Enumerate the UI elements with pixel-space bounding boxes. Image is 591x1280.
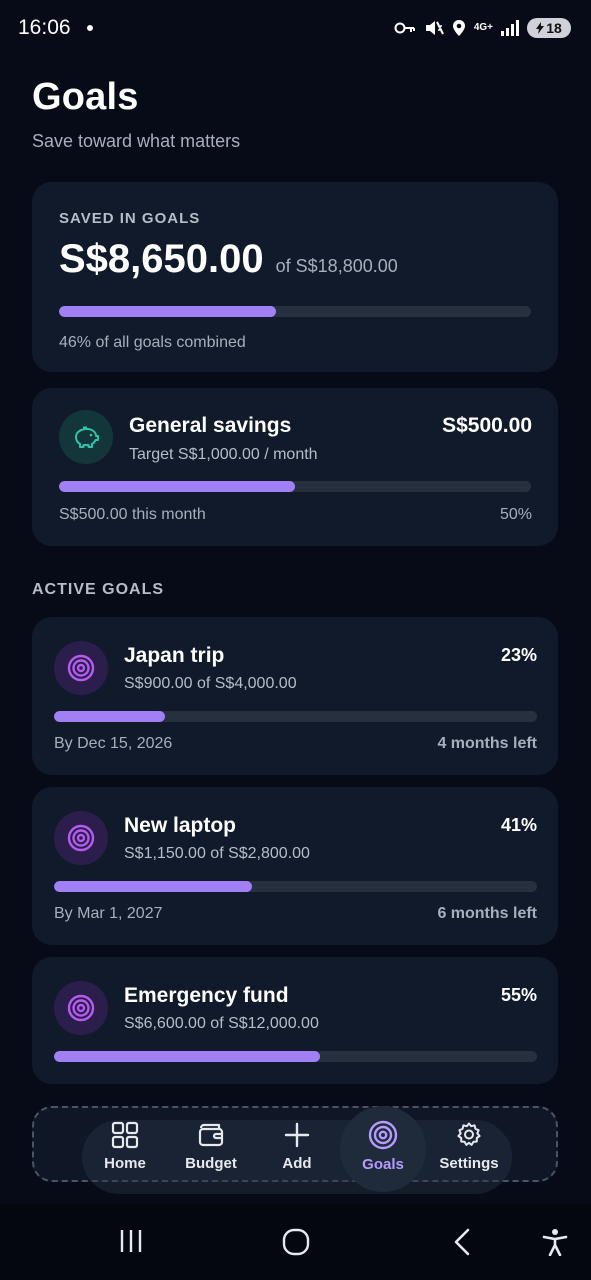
goal-percent: 41% [500, 815, 537, 835]
bottom-nav: Home Budget Add Goals Settings [32, 1106, 558, 1194]
goal-progress-bar [54, 711, 537, 722]
page-subtitle: Save toward what matters [32, 131, 241, 151]
general-savings-progress-bar [59, 481, 531, 492]
target-icon [54, 981, 108, 1035]
nav-home[interactable]: Home [82, 1108, 168, 1184]
summary-progress-bar [59, 306, 531, 317]
goal-card-emergency-fund[interactable]: Emergency fund S$6,600.00 of S$12,000.00… [32, 957, 558, 1084]
nav-add[interactable]: Add [254, 1108, 340, 1184]
goal-percent: 55% [500, 985, 537, 1005]
goal-progress-fill [54, 881, 253, 892]
wallet-icon [198, 1123, 224, 1146]
goal-target-date: By Dec 15, 2026 [54, 735, 173, 752]
goal-progress-text: S$1,150.00 of S$2,800.00 [124, 845, 310, 862]
goal-progress-text: S$6,600.00 of S$12,000.00 [124, 1015, 319, 1032]
home-circle-icon[interactable] [282, 1228, 310, 1256]
general-savings-target: Target S$1,000.00 / month [129, 446, 318, 463]
nav-budget[interactable]: Budget [168, 1108, 254, 1184]
goal-progress-bar [54, 1051, 537, 1062]
summary-progress-fill [59, 306, 277, 317]
network-type: 4G+ [473, 22, 493, 33]
status-bar: 16:06 4G+ 18 [0, 0, 591, 56]
nav-settings-label: Settings [439, 1154, 499, 1172]
general-savings-percent: 50% [499, 506, 532, 523]
charging-icon [536, 22, 545, 34]
system-nav-bar [0, 1204, 591, 1280]
goal-progress-fill [54, 711, 166, 722]
location-icon [452, 20, 465, 36]
page-title: Goals [32, 76, 139, 118]
summary-amount: S$8,650.00 [59, 237, 264, 281]
goal-progress-fill [54, 1051, 320, 1062]
key-icon [394, 22, 415, 34]
notification-dot-icon [86, 25, 93, 31]
page-header: Goals Save toward what matters [32, 76, 240, 152]
general-savings-progress-fill [59, 481, 295, 492]
goal-progress-bar [54, 881, 537, 892]
summary-total: of S$18,800.00 [275, 256, 398, 276]
goal-card-japan-trip[interactable]: Japan trip S$900.00 of S$4,000.00 23% By… [32, 617, 558, 775]
gear-icon [457, 1122, 481, 1146]
goal-name: Japan trip [124, 644, 225, 667]
nav-budget-label: Budget [185, 1154, 237, 1172]
goal-percent: 23% [500, 645, 537, 665]
back-icon[interactable] [452, 1228, 472, 1256]
summary-label: SAVED IN GOALS [59, 210, 201, 227]
status-time: 16:06 [18, 16, 71, 39]
general-savings-month: S$500.00 this month [59, 506, 206, 523]
active-goals-heading: ACTIVE GOALS [32, 581, 165, 598]
grid-icon [111, 1121, 139, 1148]
general-savings-name: General savings [129, 414, 292, 437]
target-icon [54, 811, 108, 865]
general-savings-card[interactable]: General savings Target S$1,000.00 / mont… [32, 388, 558, 546]
goal-target-date: By Mar 1, 2027 [54, 905, 163, 922]
target-icon [368, 1120, 398, 1149]
signal-icon [501, 20, 519, 36]
piggy-bank-icon [59, 410, 113, 464]
summary-caption: 46% of all goals combined [59, 334, 246, 351]
nav-goals-label: Goals [362, 1155, 404, 1173]
target-icon [54, 641, 108, 695]
nav-add-label: Add [282, 1154, 312, 1172]
mute-icon [425, 21, 444, 35]
battery-level: 18 [546, 20, 562, 36]
recent-apps-icon[interactable] [118, 1228, 144, 1254]
plus-icon [284, 1122, 310, 1147]
nav-goals[interactable]: Goals [340, 1108, 426, 1184]
general-savings-amount: S$500.00 [442, 414, 532, 437]
goal-progress-text: S$900.00 of S$4,000.00 [124, 675, 297, 692]
summary-card: SAVED IN GOALS S$8,650.00 of S$18,800.00… [32, 182, 558, 372]
nav-home-label: Home [104, 1154, 146, 1172]
goal-time-left: 6 months left [437, 905, 537, 922]
goal-name: Emergency fund [124, 984, 289, 1007]
goal-name: New laptop [124, 814, 237, 837]
nav-settings[interactable]: Settings [426, 1108, 512, 1184]
accessibility-icon[interactable] [542, 1228, 568, 1256]
goal-card-new-laptop[interactable]: New laptop S$1,150.00 of S$2,800.00 41% … [32, 787, 558, 945]
goal-time-left: 4 months left [437, 735, 537, 752]
battery-indicator: 18 [527, 18, 571, 38]
